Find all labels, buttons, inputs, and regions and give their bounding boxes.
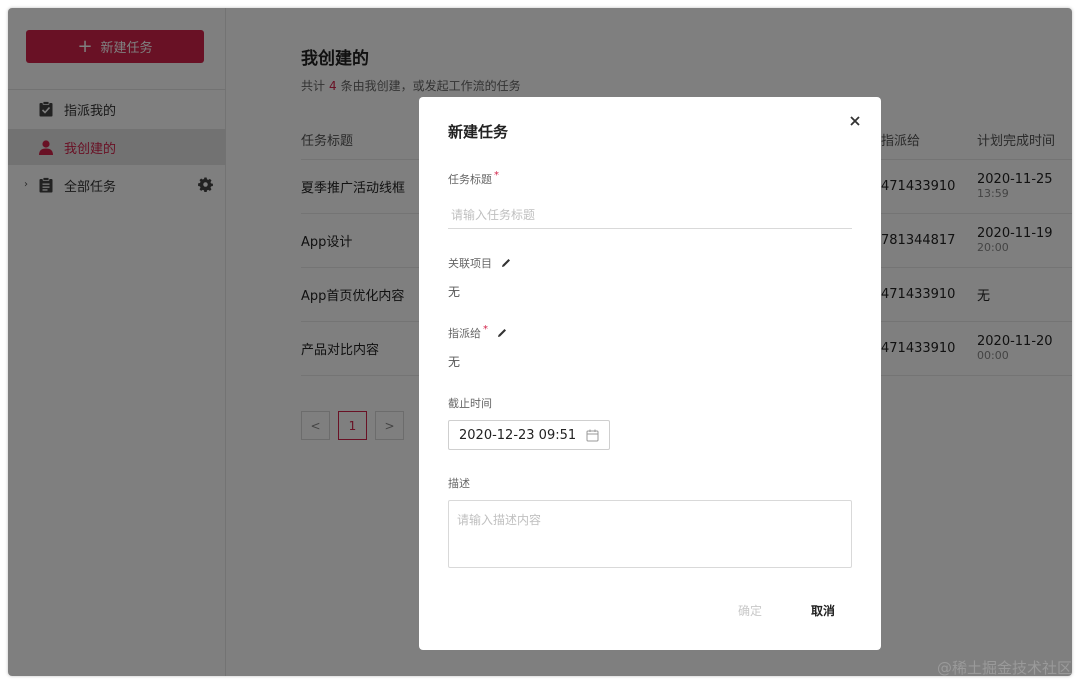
edit-project-icon[interactable]: [500, 257, 512, 269]
project-label: 关联项目: [448, 255, 512, 271]
assignee-value: 无: [448, 355, 461, 369]
required-mark: *: [494, 169, 499, 181]
project-value: 无: [448, 285, 461, 299]
dialog-title: 新建任务: [448, 123, 509, 141]
close-icon[interactable]: [845, 111, 865, 131]
deadline-label: 截止时间: [448, 397, 492, 410]
cancel-button[interactable]: 取消: [811, 602, 835, 619]
description-textarea[interactable]: [448, 500, 852, 568]
deadline-date-picker[interactable]: 2020-12-23 09:51: [448, 420, 610, 450]
required-mark: *: [483, 323, 488, 335]
assignee-label-text: 指派给: [448, 327, 481, 340]
new-task-dialog: 新建任务 任务标题* 关联项目 无 指派给* 无 截止时间 2020-12-23…: [419, 97, 881, 650]
calendar-icon: [586, 429, 599, 442]
task-title-label: 任务标题 *: [448, 169, 499, 187]
description-label: 描述: [448, 477, 470, 490]
confirm-button[interactable]: 确定: [738, 602, 762, 619]
assignee-label: 指派给 *: [448, 323, 508, 341]
deadline-value: 2020-12-23 09:51: [459, 427, 577, 443]
edit-assignee-icon[interactable]: [496, 327, 508, 339]
task-title-label-text: 任务标题: [448, 173, 492, 186]
project-label-text: 关联项目: [448, 257, 492, 270]
task-title-input[interactable]: [448, 201, 852, 229]
watermark: @稀土掘金技术社区: [936, 659, 1072, 677]
